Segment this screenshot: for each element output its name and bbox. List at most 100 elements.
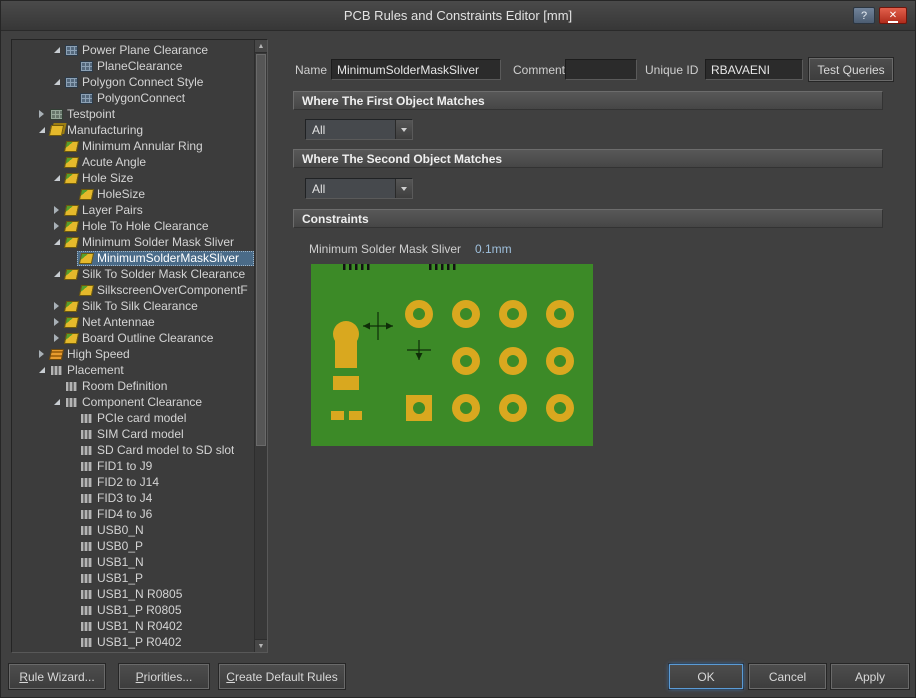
collapse-arrow-icon[interactable] [51,269,62,280]
tree-item[interactable]: High Speed [12,346,254,362]
comment-input[interactable] [565,59,637,80]
expand-arrow-icon[interactable] [51,317,62,328]
tree-item-label: Hole To Hole Clearance [82,219,209,233]
tree-item-content: PlaneClearance [77,59,254,74]
tree-item[interactable]: PolygonConnect [12,90,254,106]
chevron-down-icon[interactable] [395,179,412,198]
manufacturing-rule-icon [64,317,79,328]
tree-item[interactable]: Polygon Connect Style [12,74,254,90]
help-icon[interactable]: ? [853,7,875,24]
collapse-arrow-icon[interactable] [36,125,47,136]
tree-item[interactable]: PlaneClearance [12,58,254,74]
close-glyph: ✕ [888,10,898,23]
expand-arrow-icon[interactable] [51,221,62,232]
unique-id-input[interactable] [705,59,803,80]
expand-arrow-icon[interactable] [36,109,47,120]
tree-item-label: PCIe card model [97,411,186,425]
second-object-scope-dropdown[interactable]: All [305,178,413,199]
test-queries-button[interactable]: Test Queries [809,58,893,81]
constraint-value[interactable]: 0.1mm [475,242,512,256]
first-object-scope-value: All [306,123,395,137]
tree-item[interactable]: USB1_P [12,570,254,586]
cancel-button[interactable]: Cancel [749,664,826,689]
tree-item[interactable]: MinimumSolderMaskSliver [12,250,254,266]
expand-arrow-icon[interactable] [36,349,47,360]
tree-item[interactable]: SilkscreenOverComponentF [12,282,254,298]
tree-item[interactable]: USB1_N R0805 [12,586,254,602]
tree-item-content: Layer Pairs [62,203,254,218]
scroll-up-icon[interactable]: ▲ [255,40,267,53]
tree-item[interactable]: Minimum Annular Ring [12,138,254,154]
tree-item[interactable]: Silk To Silk Clearance [12,298,254,314]
tree-item-content: USB0_N [77,523,254,538]
tree-item[interactable]: Layer Pairs [12,202,254,218]
collapse-arrow-icon[interactable] [51,45,62,56]
tree-item-content: Testpoint [47,107,254,122]
tree-item-label: Minimum Annular Ring [82,139,203,153]
placement-chip-icon [80,509,93,520]
tree-scrollbar[interactable]: ▲ ▼ [254,40,267,652]
collapse-arrow-icon[interactable] [51,237,62,248]
tree-item[interactable]: Silk To Solder Mask Clearance [12,266,254,282]
chevron-down-icon[interactable] [395,120,412,139]
expand-arrow-icon[interactable] [51,333,62,344]
create-default-rules-button[interactable]: Create Default Rules [219,664,345,689]
comment-label: Comment [513,63,565,77]
tree-item[interactable]: USB1_P R0402 [12,634,254,650]
tree-item[interactable]: USB0_N [12,522,254,538]
priorities-button[interactable]: Priorities... [119,664,209,689]
tree-item[interactable]: SIM Card model [12,426,254,442]
high-speed-icon [49,349,64,360]
tree-item[interactable]: Power Plane Clearance [12,42,254,58]
tree-item[interactable]: USB1_N [12,554,254,570]
tree-item[interactable]: FID2 to J14 [12,474,254,490]
tree-item[interactable]: FID3 to J4 [12,490,254,506]
tree-item[interactable]: FID1 to J9 [12,458,254,474]
tree-item[interactable]: USB1_P R0805 [12,602,254,618]
tree-item[interactable]: USB1_N R0402 [12,618,254,634]
tree-item[interactable]: Hole To Hole Clearance [12,218,254,234]
tree-item[interactable]: Board Outline Clearance [12,330,254,346]
apply-button[interactable]: Apply [831,664,909,689]
scrollbar-thumb[interactable] [256,54,266,446]
tree-item-content: FID4 to J6 [77,507,254,522]
manufacturing-rule-icon [64,301,79,312]
collapse-arrow-icon[interactable] [51,77,62,88]
arrow-spacer [66,493,77,504]
tree-item-content: USB1_N R0402 [77,619,254,634]
tree-item[interactable]: Manufacturing [12,122,254,138]
tree-item[interactable]: USB0_P [12,538,254,554]
tree-item[interactable]: Room Definition [12,378,254,394]
tree-item-content: Power Plane Clearance [62,43,254,58]
tree-item[interactable]: FID4 to J6 [12,506,254,522]
scroll-down-icon[interactable]: ▼ [255,639,267,652]
tree-item[interactable]: SD Card model to SD slot [12,442,254,458]
tree-item-content: PolygonConnect [77,91,254,106]
expand-arrow-icon[interactable] [51,205,62,216]
collapse-arrow-icon[interactable] [51,397,62,408]
tree-item[interactable]: Component Clearance [12,394,254,410]
manufacturing-rule-icon [64,237,79,248]
rule-wizard-button[interactable]: Rule Wizard... [9,664,105,689]
close-icon[interactable]: ✕ [879,7,907,24]
tree-item[interactable]: Net Antennae [12,314,254,330]
tree-item[interactable]: Hole Size [12,170,254,186]
expand-arrow-icon[interactable] [51,301,62,312]
collapse-arrow-icon[interactable] [51,173,62,184]
collapse-arrow-icon[interactable] [36,365,47,376]
placement-chip-icon [80,637,93,648]
tree-item[interactable]: HoleSize [12,186,254,202]
tree-item[interactable]: Testpoint [12,106,254,122]
first-object-scope-dropdown[interactable]: All [305,119,413,140]
tree-item[interactable]: Acute Angle [12,154,254,170]
tree-item[interactable]: Minimum Solder Mask Sliver [12,234,254,250]
ok-button[interactable]: OK [669,664,743,689]
tree-item[interactable]: Placement [12,362,254,378]
tree-item-label: SilkscreenOverComponentF [97,283,248,297]
tree-item-label: USB1_P R0805 [97,603,182,617]
name-input[interactable] [331,59,501,80]
tree-item-content: HoleSize [77,187,254,202]
tree-item-content: Hole To Hole Clearance [62,219,254,234]
placement-chip-icon [80,445,93,456]
tree-item[interactable]: PCIe card model [12,410,254,426]
